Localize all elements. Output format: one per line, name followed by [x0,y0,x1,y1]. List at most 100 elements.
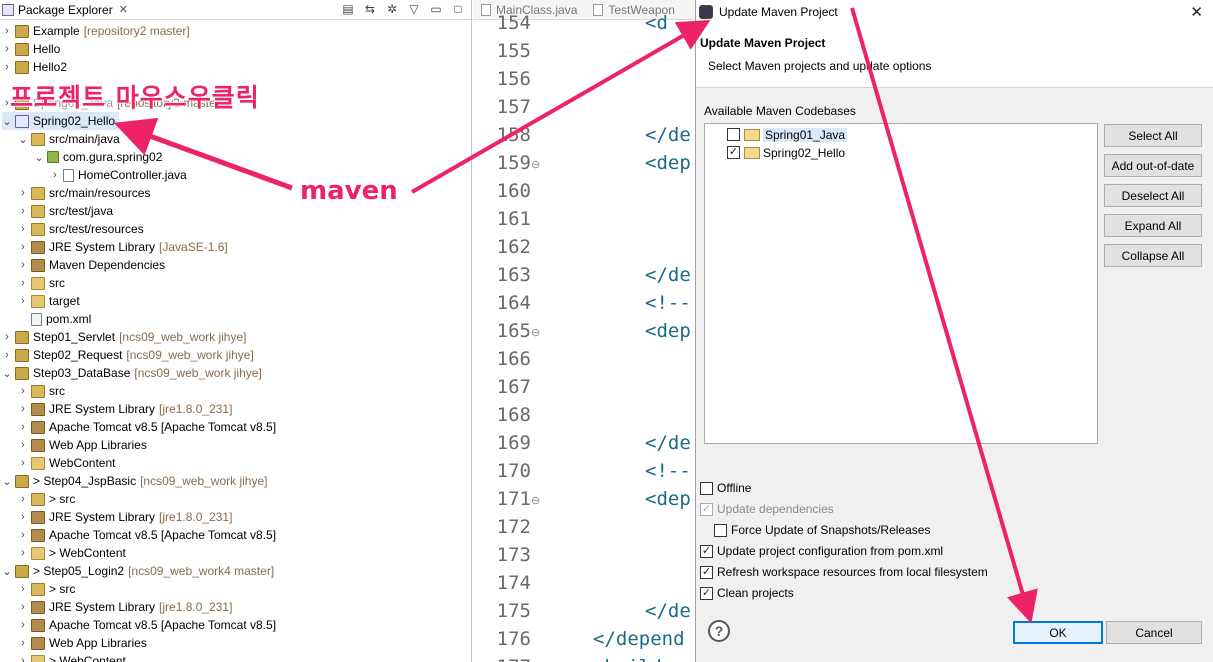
maximize-icon[interactable]: □ [451,2,465,16]
code-text[interactable]: <build> [593,656,673,662]
clean-projects-checkbox[interactable]: ✓ [700,586,713,600]
chevron-down-icon[interactable]: ⌄ [2,367,12,380]
tree-item[interactable]: › Web App Libraries [18,634,147,652]
chevron-right-icon[interactable]: › [18,277,28,289]
chevron-right-icon[interactable]: › [18,619,28,631]
tree-item[interactable]: › src/test/java [18,202,113,220]
force-update-option[interactable]: Force Update of Snapshots/Releases [714,521,930,539]
tree-item[interactable]: › Apache Tomcat v8.5 [Apache Tomcat v8.5] [18,526,276,544]
offline-option[interactable]: Offline [700,479,751,497]
tree-item[interactable]: › target [18,292,80,310]
tree-item[interactable]: ⌄ > Step04_JspBasic [ncs09_web_work jihye] [2,472,267,490]
chevron-right-icon[interactable]: › [18,421,28,433]
tree-item[interactable]: ⌄ com.gura.spring02 [34,148,162,166]
refresh-workspace-option[interactable]: ✓ Refresh workspace resources from local … [700,563,988,581]
chevron-right-icon[interactable]: › [18,259,28,271]
tree-item[interactable]: › JRE System Library [jre1.8.0_231] [18,400,232,418]
chevron-down-icon[interactable]: ⌄ [18,133,28,146]
tree-item[interactable]: › Step01_Servlet [ncs09_web_work jihye] [2,328,246,346]
fold-toggle-icon[interactable]: ⊖ [531,494,540,507]
ok-button[interactable]: OK [1013,621,1103,644]
chevron-right-icon[interactable]: › [18,205,28,217]
chevron-down-icon[interactable]: ⌄ [2,475,12,488]
tree-item[interactable]: pom.xml [18,310,91,328]
close-tab-icon[interactable]: ✕ [119,3,128,16]
collapse-all-button[interactable]: Collapse All [1104,244,1202,267]
chevron-right-icon[interactable]: › [2,349,12,361]
code-text[interactable]: </de [645,432,691,454]
code-text[interactable]: <d [645,12,668,34]
code-text[interactable]: <dep [645,320,691,342]
clean-projects-option[interactable]: ✓ Clean projects [700,584,794,602]
chevron-right-icon[interactable]: › [18,187,28,199]
tree-item[interactable]: › Apache Tomcat v8.5 [Apache Tomcat v8.5] [18,616,276,634]
chevron-right-icon[interactable]: › [18,583,28,595]
dialog-titlebar[interactable]: Update Maven Project ✕ [696,0,1213,24]
tree-item[interactable]: › JRE System Library [JavaSE-1.6] [18,238,228,256]
collapse-all-icon[interactable]: ▤ [341,2,355,16]
chevron-down-icon[interactable]: ⌄ [34,151,44,164]
tree-item[interactable]: › HomeController.java [50,166,187,184]
code-text[interactable]: <!-- [645,292,691,314]
chevron-right-icon[interactable]: › [18,439,28,451]
chevron-right-icon[interactable]: › [18,655,28,662]
select-all-button[interactable]: Select All [1104,124,1202,147]
chevron-right-icon[interactable]: › [18,295,28,307]
code-text[interactable]: <dep [645,488,691,510]
update-config-checkbox[interactable]: ✓ [700,544,713,558]
chevron-right-icon[interactable]: › [18,493,28,505]
package-explorer-tab[interactable]: Package Explorer ✕ [0,0,134,20]
chevron-right-icon[interactable]: › [18,223,28,235]
codebase-checkbox[interactable]: ✓ [727,146,740,159]
tree-item[interactable]: › > src [18,490,75,508]
chevron-right-icon[interactable]: › [18,403,28,415]
tree-item[interactable]: › src [18,274,65,292]
chevron-right-icon[interactable]: › [18,601,28,613]
tree-item[interactable]: ⌄ src/main/java [18,130,119,148]
tree-item[interactable]: › > WebContent [18,652,126,662]
add-out-of-date-button[interactable]: Add out-of-date [1104,154,1202,177]
tree-item[interactable]: › Hello2 [2,58,67,76]
filters-icon[interactable]: ✲ [385,2,399,16]
cancel-button[interactable]: Cancel [1106,621,1202,644]
codebase-item[interactable]: ✓ Spring02_Hello [727,144,845,161]
code-text[interactable]: <!-- [645,460,691,482]
tree-item[interactable]: › src/test/resources [18,220,144,238]
code-text[interactable]: </de [645,124,691,146]
close-icon[interactable]: ✕ [1190,3,1203,21]
tree-item[interactable]: › Web App Libraries [18,436,147,454]
tree-item[interactable]: › Example [repository2 master] [2,22,190,40]
update-config-option[interactable]: ✓ Update project configuration from pom.x… [700,542,943,560]
chevron-right-icon[interactable]: › [18,547,28,559]
tree-item[interactable]: › JRE System Library [jre1.8.0_231] [18,508,232,526]
offline-checkbox[interactable] [700,481,713,495]
fold-toggle-icon[interactable]: ⊖ [531,158,540,171]
tree-item-selected[interactable]: ⌄ Spring02_Hello [2,112,120,130]
chevron-right-icon[interactable]: › [18,529,28,541]
fold-toggle-icon[interactable]: ⊖ [531,326,540,339]
chevron-right-icon[interactable]: › [2,61,12,73]
tree-item[interactable]: ⌄ Step03_DataBase [ncs09_web_work jihye] [2,364,261,382]
chevron-right-icon[interactable]: › [2,25,12,37]
codebases-tree[interactable]: Spring01_Java ✓ Spring02_Hello [704,123,1098,444]
chevron-right-icon[interactable]: › [2,43,12,55]
code-text[interactable]: <dep [645,152,691,174]
chevron-right-icon[interactable]: › [18,241,28,253]
chevron-down-icon[interactable]: ⌄ [2,115,12,128]
tree-item[interactable]: › > src [18,580,75,598]
view-menu-icon[interactable]: ▽ [407,2,421,16]
chevron-right-icon[interactable]: › [18,511,28,523]
chevron-right-icon[interactable]: › [18,385,28,397]
tree-item[interactable]: › Hello [2,40,60,58]
chevron-right-icon[interactable]: › [18,457,28,469]
tree-item[interactable]: › src/main/resources [18,184,150,202]
chevron-right-icon[interactable]: › [50,169,60,181]
code-text[interactable]: </depend [593,628,685,650]
tree-item[interactable]: ⌄ > Step05_Login2 [ncs09_web_work4 master] [2,562,274,580]
tree-item[interactable]: › Maven Dependencies [18,256,165,274]
tree-item[interactable]: › Apache Tomcat v8.5 [Apache Tomcat v8.5] [18,418,276,436]
codebase-item[interactable]: Spring01_Java [727,126,848,143]
chevron-right-icon[interactable]: › [18,637,28,649]
tree-item[interactable]: › JRE System Library [jre1.8.0_231] [18,598,232,616]
deselect-all-button[interactable]: Deselect All [1104,184,1202,207]
